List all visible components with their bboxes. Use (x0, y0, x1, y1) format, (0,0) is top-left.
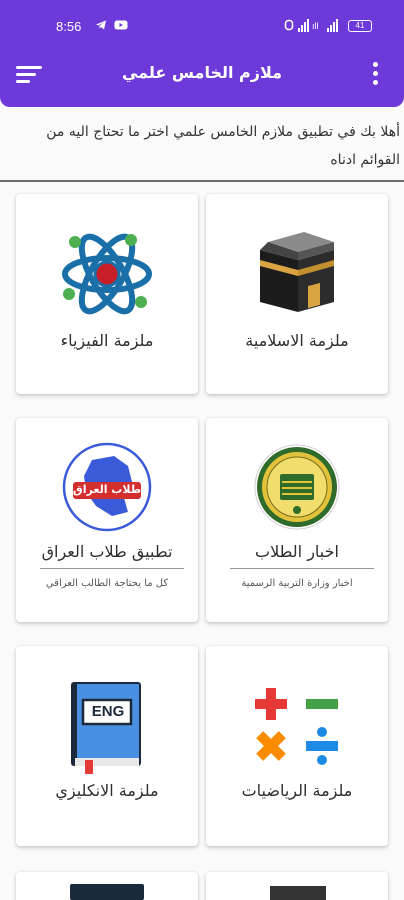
card-partial-left[interactable] (16, 872, 198, 900)
telegram-icon (95, 19, 107, 35)
card-label: تطبيق طلاب العراق (41, 542, 173, 561)
card-iraq-students-app[interactable]: طلاب العراق تطبيق طلاب العراق كل ما يحتا… (16, 418, 198, 622)
card-islamic[interactable]: ملزمة الاسلامية (206, 194, 388, 394)
alarm-icon (284, 19, 294, 35)
logo-text: طلاب العراق (72, 483, 142, 496)
app-title: ملازم الخامس علمي (121, 63, 283, 82)
card-label: ملزمة الانكليزي (55, 781, 159, 800)
card-math[interactable]: ملزمة الرياضيات (206, 646, 388, 846)
card-art-partial (270, 886, 326, 900)
english-book-icon (71, 682, 141, 774)
card-label: ملزمة الفيزياء (60, 331, 154, 350)
battery-icon: 41 (348, 20, 372, 32)
screen: 8:56 ıll 41 ملازم الخامس علمي أهلا بك في… (0, 0, 404, 900)
signal-icon-2 (327, 19, 338, 32)
network-type-icon: ıll (312, 21, 319, 31)
signal-icon-1 (298, 19, 309, 32)
welcome-text: أهلا بك في تطبيق ملازم الخامس علمي اختر … (46, 124, 400, 168)
card-student-news[interactable]: اخبار الطلاب اخبار وزارة التربية الرسمية (206, 418, 388, 622)
divider (0, 180, 404, 182)
youtube-icon (114, 19, 128, 35)
card-art-partial (70, 884, 144, 900)
card-partial-right[interactable] (206, 872, 388, 900)
card-english[interactable]: ENG ملزمة الانكليزي (16, 646, 198, 846)
card-divider (230, 568, 374, 569)
card-divider (40, 568, 184, 569)
card-physics[interactable]: ملزمة الفيزياء (16, 194, 198, 394)
app-header: 8:56 ıll 41 ملازم الخامس علمي (0, 0, 404, 107)
card-label: ملزمة الاسلامية (245, 331, 349, 350)
book-text: ENG (91, 703, 125, 720)
math-symbols-icon (255, 688, 338, 765)
menu-icon[interactable] (16, 64, 42, 84)
card-subtitle: اخبار وزارة التربية الرسمية (241, 578, 353, 589)
more-options-icon[interactable] (370, 62, 380, 86)
card-label: اخبار الطلاب (255, 542, 339, 561)
atom-icon (62, 233, 152, 315)
kaaba-icon (260, 232, 334, 312)
status-bar: 8:56 ıll 41 (0, 0, 404, 48)
card-label: ملزمة الرياضيات (241, 781, 353, 800)
card-subtitle: كل ما يحتاجة الطالب العراقي (45, 578, 169, 589)
status-time: 8:56 (56, 19, 82, 34)
ministry-seal-icon (254, 444, 340, 530)
